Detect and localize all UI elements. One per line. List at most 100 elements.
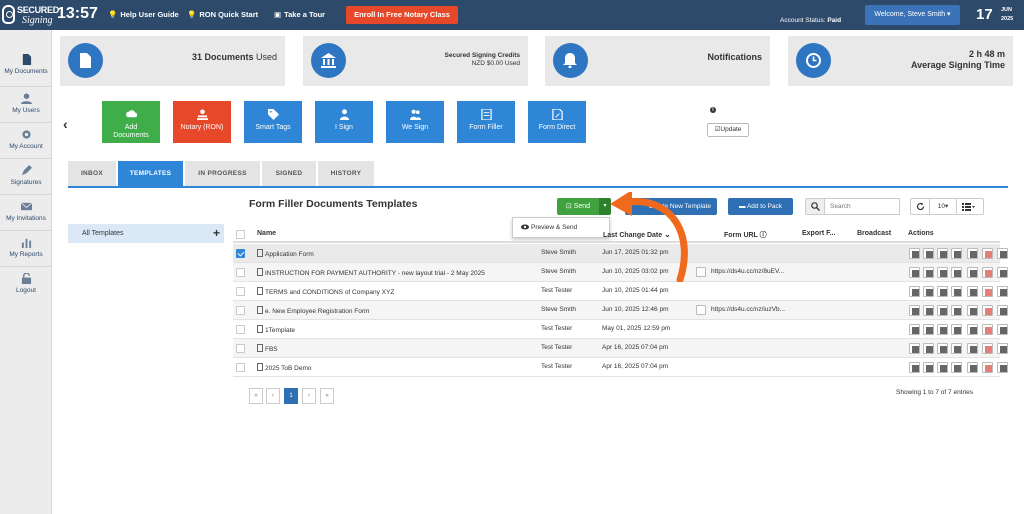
info-icon[interactable]: i — [710, 107, 716, 113]
sidebar-item-logout[interactable]: Logout — [0, 273, 52, 294]
copy-icon[interactable] — [909, 362, 920, 373]
clone-icon[interactable] — [937, 286, 948, 297]
tab-inbox[interactable]: INBOX — [68, 161, 116, 186]
notary-ron-button[interactable]: Notary (RON) — [173, 101, 231, 143]
table-row[interactable]: e. New Employee Registration Form Steve S… — [233, 301, 1008, 320]
template-name[interactable]: 1Template — [257, 325, 527, 334]
last-page-button[interactable]: » — [320, 388, 334, 404]
tab-history[interactable]: HISTORY — [318, 161, 374, 186]
first-page-button[interactable]: « — [249, 388, 263, 404]
sidebar-item-my-documents[interactable]: My Documents — [0, 54, 52, 75]
clone-icon[interactable] — [937, 343, 948, 354]
template-name[interactable]: e. New Employee Registration Form — [257, 306, 527, 315]
template-name[interactable]: INSTRUCTION FOR PAYMENT AUTHORITY - new … — [257, 268, 527, 277]
duplicate-icon[interactable] — [923, 343, 934, 354]
page-size-select[interactable]: 10▾ — [930, 198, 957, 215]
clone-icon[interactable] — [937, 362, 948, 373]
share-icon[interactable] — [967, 267, 978, 278]
template-name[interactable]: FBS — [257, 344, 527, 353]
sidebar-item-my-invitations[interactable]: My Invitations — [0, 201, 52, 222]
clone-icon[interactable] — [937, 248, 948, 259]
share-icon[interactable] — [967, 286, 978, 297]
row-checkbox[interactable] — [236, 344, 245, 353]
template-name[interactable]: Application Form — [257, 249, 527, 258]
edit-icon[interactable] — [951, 362, 962, 373]
copy-icon[interactable] — [909, 267, 920, 278]
row-checkbox[interactable] — [236, 363, 245, 372]
notifications-card[interactable]: Notifications — [545, 36, 770, 86]
share-icon[interactable] — [967, 248, 978, 259]
edit-icon[interactable] — [951, 324, 962, 335]
duplicate-icon[interactable] — [923, 362, 934, 373]
sidebar-item-my-users[interactable]: My Users — [0, 93, 52, 114]
enroll-notary-class-button[interactable]: Enroll In Free Notary Class — [346, 6, 458, 24]
copy-icon[interactable] — [909, 305, 920, 316]
table-row[interactable]: 1Template Test Tester May 01, 2025 12:59 p… — [233, 320, 1008, 339]
column-header-name[interactable]: Name — [257, 230, 276, 237]
delete-icon[interactable] — [982, 248, 993, 259]
folder-icon[interactable] — [997, 248, 1008, 259]
row-checkbox[interactable] — [236, 249, 245, 258]
column-header-export[interactable]: Export F... — [802, 230, 835, 237]
duplicate-icon[interactable] — [923, 324, 934, 335]
delete-icon[interactable] — [982, 305, 993, 316]
table-row[interactable]: FBS Test Tester Apr 16, 2025 07:04 pm — [233, 339, 1008, 358]
folder-icon[interactable] — [997, 362, 1008, 373]
tab-in-progress[interactable]: IN PROGRESS — [185, 161, 260, 186]
copy-url-icon[interactable] — [696, 267, 706, 277]
edit-icon[interactable] — [951, 267, 962, 278]
share-icon[interactable] — [967, 305, 978, 316]
copy-url-icon[interactable] — [696, 305, 706, 315]
refresh-button[interactable] — [910, 198, 930, 215]
clone-icon[interactable] — [937, 305, 948, 316]
duplicate-icon[interactable] — [923, 286, 934, 297]
table-row[interactable]: 2025 ToB Demo Test Tester Apr 16, 2025 07:… — [233, 358, 1008, 377]
secured-signing-logo[interactable]: SECURED Signing — [2, 2, 59, 28]
edit-icon[interactable] — [951, 248, 962, 259]
we-sign-button[interactable]: We Sign — [386, 101, 444, 143]
row-checkbox[interactable] — [236, 268, 245, 277]
form-filler-button[interactable]: Form Filler — [457, 101, 515, 143]
row-checkbox[interactable] — [236, 306, 245, 315]
welcome-user-menu[interactable]: Welcome, Steve Smith ▾ — [865, 5, 960, 25]
duplicate-icon[interactable] — [923, 267, 934, 278]
sidebar-item-my-reports[interactable]: My Reports — [0, 237, 52, 258]
copy-icon[interactable] — [909, 324, 920, 335]
form-url[interactable]: https://ds4u.cc/nz/iuzVb... — [711, 306, 785, 313]
delete-icon[interactable] — [982, 267, 993, 278]
clone-icon[interactable] — [937, 324, 948, 335]
edit-icon[interactable] — [951, 343, 962, 354]
search-icon-button[interactable] — [805, 198, 825, 215]
template-name[interactable]: 2025 ToB Demo — [257, 363, 527, 372]
clone-icon[interactable] — [937, 267, 948, 278]
share-icon[interactable] — [967, 324, 978, 335]
duplicate-icon[interactable] — [923, 305, 934, 316]
tab-templates[interactable]: TEMPLATES — [118, 161, 183, 186]
page-1-button[interactable]: 1 — [284, 388, 298, 404]
form-url[interactable]: https://ds4u.cc/nz/8uEV... — [711, 268, 784, 275]
tab-signed[interactable]: SIGNED — [262, 161, 316, 186]
duplicate-icon[interactable] — [923, 248, 934, 259]
ron-quick-start-link[interactable]: 💡 RON Quick Start — [187, 10, 258, 19]
sidebar-item-signatures[interactable]: Signatures — [0, 165, 52, 186]
copy-icon[interactable] — [909, 248, 920, 259]
row-checkbox[interactable] — [236, 325, 245, 334]
folder-icon[interactable] — [997, 286, 1008, 297]
share-icon[interactable] — [967, 362, 978, 373]
delete-icon[interactable] — [982, 324, 993, 335]
sidebar-item-my-account[interactable]: My Account — [0, 129, 52, 150]
edit-icon[interactable] — [951, 305, 962, 316]
update-button[interactable]: ☑Update — [707, 123, 749, 137]
folder-icon[interactable] — [997, 324, 1008, 335]
back-chevron-icon[interactable]: ‹ — [63, 116, 68, 132]
select-all-checkbox[interactable] — [236, 230, 245, 239]
folder-icon[interactable] — [997, 343, 1008, 354]
all-templates-folder[interactable]: All Templates + — [68, 224, 224, 243]
next-page-button[interactable]: › — [302, 388, 316, 404]
add-documents-button[interactable]: Add Documents — [102, 101, 160, 143]
folder-icon[interactable] — [997, 267, 1008, 278]
form-direct-button[interactable]: Form Direct — [528, 101, 586, 143]
add-to-pack-button[interactable]: ▬ Add to Pack — [728, 198, 793, 215]
delete-icon[interactable] — [982, 362, 993, 373]
folder-icon[interactable] — [997, 305, 1008, 316]
